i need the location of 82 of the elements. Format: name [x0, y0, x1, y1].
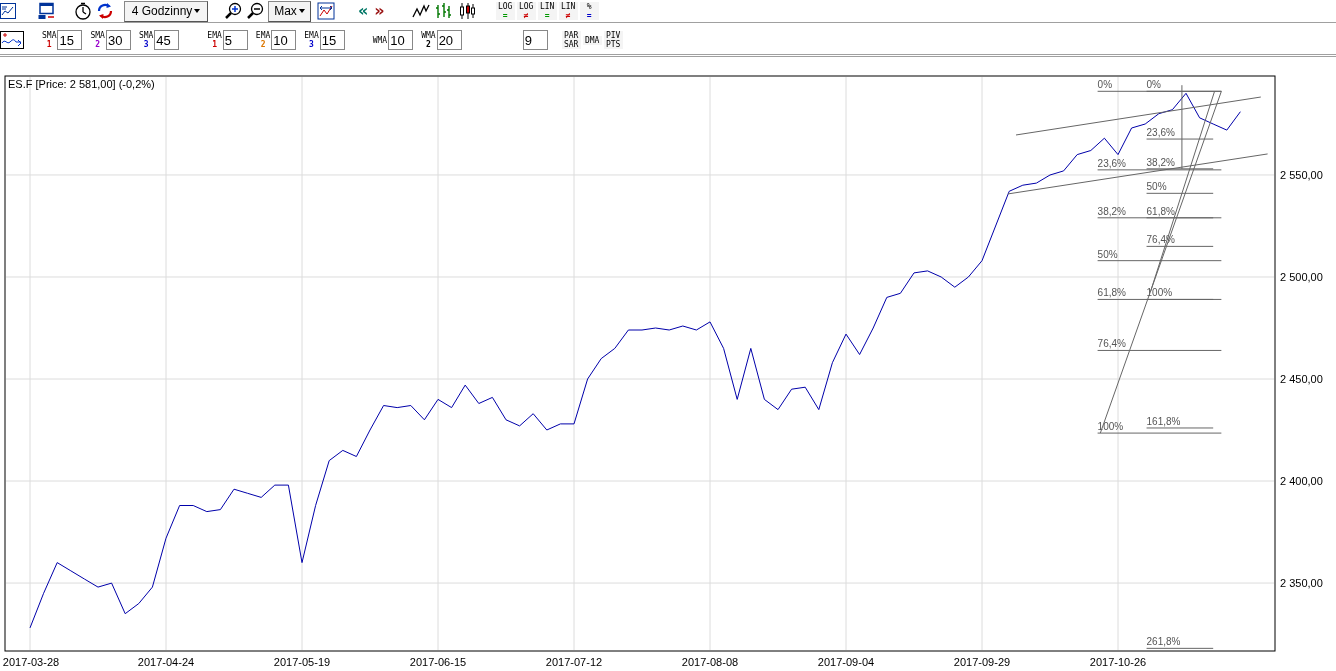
fibonacci-label: 38,2% — [1146, 156, 1175, 168]
zoom-in-icon[interactable] — [224, 2, 242, 20]
fibonacci-line — [1146, 245, 1214, 247]
y-axis-label: 2 500,00 — [1280, 271, 1323, 283]
y-axis-label: 2 400,00 — [1280, 475, 1323, 488]
stopwatch-icon[interactable] — [74, 2, 92, 20]
next-button[interactable]: » — [371, 3, 388, 19]
range-dropdown[interactable]: Max — [268, 0, 311, 22]
scale-button[interactable]: LIN ≠ — [558, 2, 578, 20]
window-icon[interactable] — [38, 2, 56, 20]
fibonacci-label: 100% — [1097, 421, 1124, 433]
x-axis-label: 2017-08-08 — [681, 656, 739, 668]
indicator-label: EMA — [255, 31, 271, 40]
study-button[interactable]: PIV PTS — [603, 31, 623, 49]
fibonacci-label: 50% — [1146, 181, 1167, 193]
fit-chart-icon[interactable] — [317, 2, 335, 20]
period-input[interactable]: 15 — [57, 30, 83, 50]
x-axis-label: 2017-03-28 — [2, 656, 60, 668]
study-button[interactable]: DMA — [582, 35, 602, 45]
y-axis-label: 2 550,00 — [1280, 168, 1323, 181]
fibonacci-label: 0% — [1146, 79, 1161, 91]
period-input[interactable]: 20 — [436, 30, 462, 50]
x-axis-label: 2017-09-29 — [953, 656, 1011, 668]
indicator-index: 2 — [260, 40, 266, 49]
indicator-index: 3 — [143, 40, 149, 49]
indicator-index: 2 — [95, 40, 101, 49]
study-button[interactable]: PAR SAR — [561, 31, 581, 49]
y-axis-label: 2 350,00 — [1280, 577, 1323, 590]
chart-window-icon[interactable] — [0, 3, 16, 19]
period-input[interactable]: 5 — [222, 30, 248, 50]
indicator-label: WMA — [421, 31, 436, 40]
fibonacci-label: 50% — [1097, 248, 1118, 260]
indicator-label: EMA — [207, 31, 222, 40]
fibonacci-line — [1146, 427, 1214, 429]
x-axis-label: 2017-04-24 — [137, 656, 195, 668]
y-axis-label: 2 450,00 — [1280, 373, 1323, 385]
fibonacci-line — [1146, 192, 1214, 194]
indicator-index: 1 — [46, 40, 52, 49]
period-input[interactable]: 30 — [105, 30, 131, 50]
indicator-index: 1 — [212, 40, 217, 49]
interval-dropdown[interactable]: 4 Godzinny — [124, 0, 208, 22]
zoom-out-icon[interactable] — [246, 2, 264, 20]
fibonacci-label: 61,8% — [1097, 287, 1126, 299]
fibonacci-label: 76,4% — [1097, 338, 1126, 350]
indicator-label: WMA — [372, 35, 388, 45]
fibonacci-label: 23,6% — [1097, 157, 1126, 169]
fibonacci-label: 61,8% — [1146, 205, 1175, 217]
x-axis-label: 2017-06-15 — [409, 656, 467, 668]
x-axis-label: 2017-05-19 — [273, 656, 331, 668]
fibonacci-label: 0% — [1097, 79, 1113, 91]
scale-button[interactable]: LOG = — [495, 2, 515, 20]
fibonacci-line — [1146, 138, 1214, 140]
bar-chart-icon[interactable] — [433, 2, 452, 20]
period-input[interactable]: 15 — [319, 30, 345, 50]
indicator-label: SMA — [42, 31, 57, 40]
previous-button[interactable]: « — [355, 3, 372, 19]
line-chart-icon[interactable] — [411, 2, 430, 20]
indicator-label: SMA — [90, 31, 105, 40]
add-indicator-icon[interactable] — [0, 31, 24, 49]
period-input[interactable]: 9 — [522, 30, 548, 50]
refresh-icon[interactable] — [96, 2, 114, 20]
period-input[interactable]: 45 — [154, 30, 180, 50]
fibonacci-label: 23,6% — [1146, 127, 1175, 139]
fibonacci-line — [1146, 647, 1214, 649]
scale-button[interactable]: % = — [579, 2, 599, 20]
period-input[interactable]: 10 — [271, 30, 297, 50]
fibonacci-label: 100% — [1146, 287, 1173, 299]
scale-button[interactable]: LIN = — [537, 2, 557, 20]
period-input[interactable]: 10 — [388, 30, 414, 50]
x-axis-label: 2017-09-04 — [817, 656, 875, 668]
fibonacci-label: 38,2% — [1097, 205, 1126, 217]
fibonacci-label: 161,8% — [1146, 416, 1181, 427]
indicator-label: SMA — [138, 31, 154, 40]
candlestick-icon[interactable] — [457, 2, 476, 20]
indicator-label: EMA — [304, 31, 319, 40]
scale-button[interactable]: LOG ≠ — [516, 2, 536, 20]
x-axis-label: 2017-07-12 — [545, 656, 603, 668]
chart-title: ES.F [Price: 2 581,00] (-0,2%) — [8, 78, 155, 90]
indicator-index: 2 — [426, 40, 431, 49]
indicator-index: 3 — [309, 40, 314, 49]
fibonacci-label: 261,8% — [1146, 636, 1181, 648]
x-axis-label: 2017-10-26 — [1089, 656, 1147, 668]
